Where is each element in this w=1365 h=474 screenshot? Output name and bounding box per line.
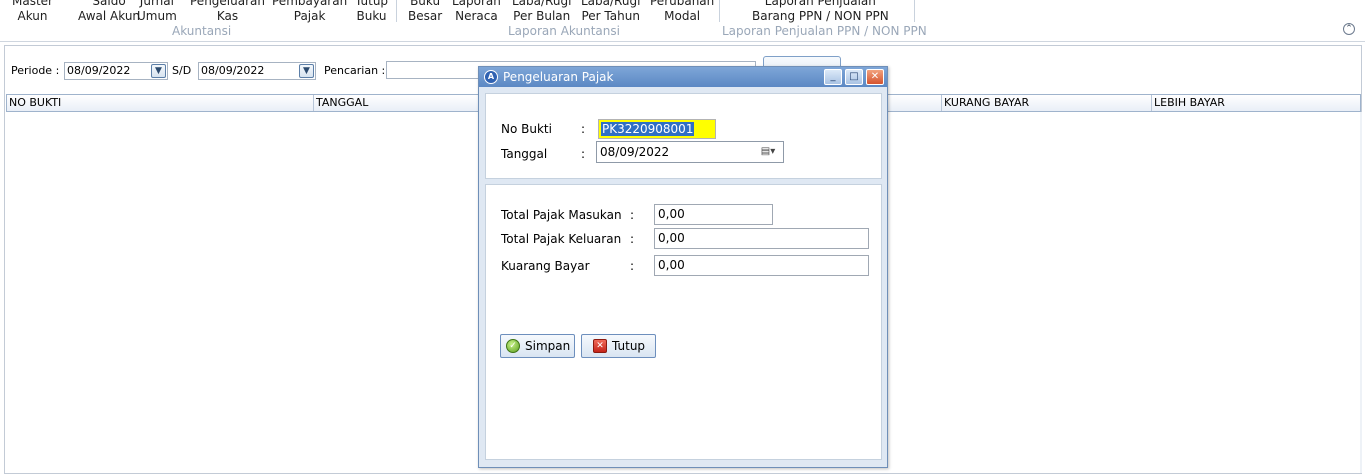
close-icon: ✕	[593, 339, 607, 353]
no-bukti-field[interactable]: PK3220908001	[598, 119, 716, 139]
periode-from-value: 08/09/2022	[67, 64, 131, 77]
colon: :	[630, 208, 635, 222]
ribbon-label: Pajak	[293, 9, 326, 23]
group-laporan-akuntansi: Laporan Akuntansi	[508, 24, 620, 38]
perubahan-modal-button[interactable]: Perubahan Modal	[650, 0, 714, 24]
dialog-title: Pengeluaran Pajak	[503, 70, 614, 84]
maximize-icon[interactable]: □	[845, 69, 863, 85]
pengeluaran-kas-button[interactable]: Pengeluaran Kas	[190, 0, 265, 24]
app-logo-icon: A	[484, 70, 498, 84]
grid-scrollbar[interactable]	[1360, 112, 1362, 473]
tutup-button[interactable]: ✕ Tutup	[581, 334, 656, 358]
ribbon-label: Akun	[17, 9, 48, 23]
masukan-label: Total Pajak Masukan	[501, 208, 622, 222]
periode-label: Periode :	[11, 64, 60, 77]
saldo-awal-akun-button[interactable]: Saldo Awal Akun	[78, 0, 140, 24]
periode-to-value: 08/09/2022	[201, 64, 265, 77]
calendar-icon[interactable]: ▤▾	[757, 145, 779, 159]
tanggal-field[interactable]: 08/09/2022 ▤▾	[596, 141, 784, 163]
no-bukti-value: PK3220908001	[601, 122, 695, 136]
tutup-buku-button[interactable]: Tutup Buku	[355, 0, 388, 24]
tanggal-value: 08/09/2022	[600, 145, 670, 159]
header-panel: No Bukti : PK3220908001 Tanggal : 08/09/…	[485, 93, 882, 179]
detail-panel: Total Pajak Masukan : 0,00 Total Pajak K…	[485, 184, 882, 460]
search-label: Pencarian :	[324, 64, 386, 77]
total-pajak-masukan-field[interactable]: 0,00	[654, 204, 773, 225]
ribbon-separator	[914, 0, 915, 22]
ribbon-label: Buku	[356, 9, 387, 23]
col-kurang-bayar[interactable]: KURANG BAYAR	[942, 95, 1152, 111]
ribbon-separator	[396, 0, 397, 22]
ribbon-label: Per Tahun	[581, 9, 640, 23]
master-akun-button[interactable]: Master Akun	[12, 0, 53, 24]
ribbon-label: Saldo	[92, 0, 126, 8]
col-lebih-bayar[interactable]: LEBIH BAYAR	[1152, 95, 1360, 111]
pengeluaran-pajak-dialog: A Pengeluaran Pajak _ □ ✕ No Bukti : PK3…	[478, 66, 888, 468]
no-bukti-label: No Bukti	[501, 122, 552, 136]
dialog-title-bar[interactable]: A Pengeluaran Pajak _ □ ✕	[479, 67, 887, 87]
total-pajak-keluaran-field[interactable]: 0,00	[654, 228, 869, 249]
kurang-bayar-label: Kuarang Bayar	[501, 259, 590, 273]
periode-to-field[interactable]: 08/09/2022 ▼	[198, 62, 316, 80]
ribbon-label: Pembayaran	[272, 0, 348, 8]
kurang-bayar-field[interactable]: 0,00	[654, 255, 869, 276]
group-laporan-penjualan: Laporan Penjualan PPN / NON PPN	[722, 24, 927, 38]
ribbon-label: Laba/Rugi	[581, 0, 641, 8]
check-icon: ✓	[506, 339, 520, 353]
laba-rugi-tahun-button[interactable]: Laba/Rugi Per Tahun	[581, 0, 640, 24]
ribbon-label: Laba/Rugi	[512, 0, 572, 8]
colon: :	[630, 259, 635, 273]
periode-from-field[interactable]: 08/09/2022 ▼	[64, 62, 168, 80]
ribbon-label: Buku	[410, 0, 441, 8]
ribbon-collapse-icon[interactable]: ⌃	[1343, 23, 1355, 35]
simpan-button[interactable]: ✓ Simpan	[500, 334, 575, 358]
ribbon-label: Awal Akun	[78, 9, 141, 23]
close-icon[interactable]: ✕	[866, 69, 884, 85]
ribbon-label: Kas	[216, 9, 239, 23]
ribbon-label: Pengeluaran	[190, 0, 265, 8]
laporan-penjualan-ppn-button[interactable]: Laporan Penjualan Barang PPN / NON PPN	[752, 0, 889, 24]
col-no-bukti[interactable]: NO BUKTI	[7, 95, 314, 111]
ribbon-label: Perubahan	[650, 0, 715, 8]
ribbon-label: Jurnal	[139, 0, 174, 8]
laba-rugi-bulan-button[interactable]: Laba/Rugi Per Bulan	[512, 0, 571, 24]
ribbon-label: Modal	[664, 9, 701, 23]
keluaran-label: Total Pajak Keluaran	[501, 232, 622, 246]
chevron-down-icon[interactable]: ▼	[151, 64, 166, 78]
colon: :	[581, 147, 586, 161]
ribbon-label: Laporan Penjualan	[764, 0, 876, 8]
ribbon-label: Umum	[137, 9, 177, 23]
colon: :	[630, 232, 635, 246]
jurnal-umum-button[interactable]: Jurnal Umum	[137, 0, 177, 24]
group-akuntansi: Akuntansi	[172, 24, 232, 38]
ribbon-separator	[719, 0, 720, 22]
ribbon-label: Barang PPN / NON PPN	[752, 9, 889, 23]
tanggal-label: Tanggal	[501, 147, 548, 161]
pembayaran-pajak-button[interactable]: Pembayaran Pajak	[272, 0, 347, 24]
simpan-label: Simpan	[525, 339, 571, 353]
minimize-icon[interactable]: _	[824, 69, 842, 85]
ribbon-label: Per Bulan	[513, 9, 571, 23]
ribbon-label: Tutup	[355, 0, 389, 8]
ribbon-label: Besar	[408, 9, 443, 23]
laporan-neraca-button[interactable]: Laporan Neraca	[452, 0, 501, 24]
chevron-down-icon[interactable]: ▼	[299, 64, 314, 78]
ribbon-label: Master	[12, 0, 53, 8]
ribbon-label: Neraca	[455, 9, 498, 23]
colon: :	[581, 122, 586, 136]
ribbon-label: Laporan	[452, 0, 501, 8]
buku-besar-button[interactable]: Buku Besar	[408, 0, 442, 24]
ribbon: Master Akun Saldo Awal Akun Jurnal Umum Pen…	[0, 0, 1365, 42]
tutup-label: Tutup	[612, 339, 646, 353]
sd-label: S/D	[172, 64, 192, 77]
